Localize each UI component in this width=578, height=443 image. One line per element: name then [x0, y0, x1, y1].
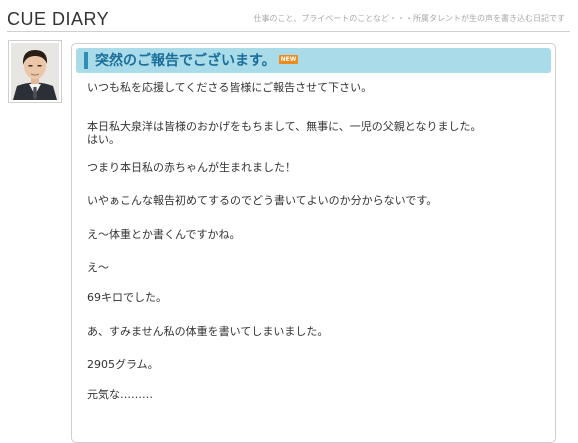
author-portrait-icon — [11, 43, 59, 100]
entry-title-bar: 突然のご報告でございます。 NEW — [76, 48, 551, 73]
entry-paragraph: え～ — [87, 261, 109, 274]
author-avatar[interactable] — [8, 40, 62, 103]
site-tagline: 仕事のこと、プライベートのことなど・・・所属タレントが生の声を書き込む日記です — [253, 14, 565, 23]
entry-paragraph: いやぁこんな報告初めてするのでどう書いてよいのか分からないです。 — [87, 194, 438, 207]
new-badge: NEW — [278, 54, 299, 64]
entry-title[interactable]: 突然のご報告でございます。 NEW — [95, 52, 299, 70]
entry-paragraph: 69キロでした。 — [87, 291, 167, 304]
entry-paragraph: 2905グラム。 — [87, 358, 159, 371]
entry-title-text[interactable]: 突然のご報告でございます。 — [95, 53, 276, 69]
entry-paragraph: つまり本日私の赤ちゃんが生まれました！ — [87, 161, 296, 174]
header-divider — [7, 31, 570, 32]
entry-paragraph: あ、すみません私の体重を書いてしまいました。 — [87, 325, 329, 338]
diary-entry: 突然のご報告でございます。 NEW いつも私を応援してくださる皆様にご報告させて下… — [71, 43, 556, 443]
site-header: CUE DIARY 仕事のこと、プライベートのことなど・・・所属タレントが生の声… — [0, 0, 578, 34]
site-logo[interactable]: CUE DIARY — [7, 9, 109, 29]
entry-paragraph: いつも私を応援してくださる皆様にご報告させて下さい。 — [87, 81, 373, 94]
entry-paragraph: 本日私大泉洋は皆様のおかげをもちまして、無事に、一児の父親となりました。 — [87, 120, 482, 133]
entry-paragraph: 元気な……… — [87, 388, 153, 401]
title-accent-bar — [84, 52, 88, 69]
entry-paragraph: はい。 — [87, 133, 120, 146]
entry-paragraph: え～体重とか書くんですかね。 — [87, 228, 241, 241]
